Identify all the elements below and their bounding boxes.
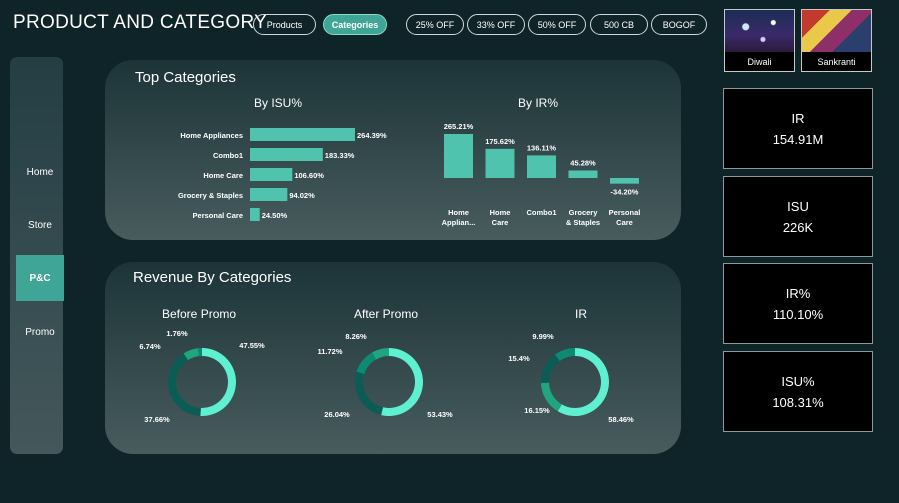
kpi-label: ISU%	[781, 374, 815, 389]
data-label: 136.11%	[527, 143, 557, 152]
tab-products[interactable]: Products	[253, 14, 316, 35]
data-label: 58.46%	[608, 415, 634, 424]
filter-500-cb-button[interactable]: 500 CB	[590, 14, 648, 35]
data-label: 106.60%	[294, 171, 324, 180]
category-label: Care	[492, 218, 509, 227]
category-label: Combo1	[213, 151, 243, 160]
data-label: 26.04%	[324, 410, 350, 419]
ir-bar	[568, 170, 598, 178]
page-title: PRODUCT AND CATEGORY	[13, 12, 268, 33]
ir-bar	[610, 178, 639, 184]
filter-50-off-button[interactable]: 50% OFF	[528, 14, 586, 35]
festival-label: Sankranti	[817, 57, 856, 67]
isu-bar	[250, 148, 323, 161]
kpi-card-ir: IR 154.91M	[723, 88, 873, 169]
data-label: -34.20%	[611, 188, 639, 197]
ir-bar-chart: 265.21%HomeApplian...175.62%HomeCare136.…	[442, 122, 641, 227]
data-label: 8.26%	[345, 332, 367, 341]
kpi-value: 154.91M	[772, 132, 824, 147]
data-label: 11.72%	[317, 347, 342, 356]
festival-sankranti-button[interactable]: Sankranti	[801, 9, 872, 72]
filter-33-off-button[interactable]: 33% OFF	[467, 14, 525, 35]
filter-25-off-button[interactable]: 25% OFF	[406, 14, 464, 35]
data-label: 15.4%	[508, 354, 530, 363]
isu-bar	[250, 168, 293, 181]
sidebar-item-promo[interactable]: Promo	[10, 327, 70, 338]
kpi-card-isu-percent: ISU% 108.31%	[723, 351, 873, 432]
data-label: 175.62%	[485, 137, 515, 146]
data-label: 47.55%	[239, 341, 265, 350]
kpi-value: 110.10%	[772, 307, 824, 322]
data-label: 1.76%	[166, 329, 188, 338]
data-label: 264.39%	[357, 131, 387, 140]
kpi-label: IR%	[785, 286, 811, 301]
isu-bar	[250, 208, 260, 221]
kpi-label: ISU	[787, 199, 809, 214]
category-label: Home Care	[203, 171, 243, 180]
donut-slice	[557, 348, 609, 416]
sidebar-item-store[interactable]: Store	[10, 220, 70, 231]
filter-bogof-button[interactable]: BOGOF	[651, 14, 707, 35]
isu-bar	[250, 188, 288, 201]
category-label: Personal Care	[193, 211, 243, 220]
diwali-image	[725, 10, 794, 52]
category-label: Home Appliances	[180, 131, 243, 140]
data-label: 9.99%	[532, 332, 554, 341]
kpi-card-ir-percent: IR% 110.10%	[723, 263, 873, 344]
ir-bar	[444, 134, 473, 178]
festival-diwali-button[interactable]: Diwali	[724, 9, 795, 72]
kpi-card-isu: ISU 226K	[723, 176, 873, 257]
data-label: 265.21%	[444, 122, 474, 131]
donut-slice	[168, 353, 201, 416]
data-label: 45.28%	[570, 158, 596, 167]
donut-slice	[355, 371, 383, 416]
kpi-value: 108.31%	[772, 395, 824, 410]
revenue-donut-charts: 47.55% 37.66% 6.74% 1.76% 53.43% 26.04% 11.72%…	[139, 329, 634, 424]
sidebar-item-home[interactable]: Home	[10, 167, 70, 178]
donut-slice	[541, 354, 560, 383]
data-label: 37.66%	[144, 415, 170, 424]
donut-slice	[200, 348, 237, 416]
category-label: Grocery & Staples	[178, 191, 243, 200]
kpi-value: 226K	[782, 220, 814, 235]
kpi-label: IR	[791, 111, 805, 126]
category-label: Care	[616, 218, 633, 227]
data-label: 53.43%	[427, 410, 453, 419]
sidebar-item-pandc[interactable]: P&C	[16, 255, 64, 301]
donuts: 47.55% 37.66% 6.74% 1.76% 53.43% 26.04% 11.72%…	[139, 329, 634, 424]
isu-bar	[250, 128, 355, 141]
data-label: 183.33%	[325, 151, 355, 160]
donut-slice	[356, 352, 377, 375]
top-categories-charts: Home Appliances 264.39% Combo1 183.33% Home …	[178, 122, 641, 227]
category-label: Home	[448, 208, 469, 217]
ir-bar	[485, 148, 515, 178]
isu-bar-chart: Home Appliances 264.39% Combo1 183.33% Home …	[178, 128, 387, 221]
festival-label: Diwali	[747, 57, 772, 67]
category-label: Applian...	[442, 218, 476, 227]
data-label: 6.74%	[139, 342, 161, 351]
category-label: Home	[490, 208, 511, 217]
category-label: Personal	[609, 208, 641, 217]
category-label: & Staples	[566, 218, 600, 227]
tab-categories[interactable]: Categories	[323, 14, 387, 35]
data-label: 24.50%	[262, 211, 288, 220]
category-label: Grocery	[569, 208, 599, 217]
donut-slice	[381, 348, 423, 416]
ir-bar	[527, 155, 556, 178]
data-label: 16.15%	[524, 406, 550, 415]
category-label: Combo1	[527, 208, 557, 217]
data-label: 94.02%	[289, 191, 315, 200]
sankranti-image	[802, 10, 871, 52]
